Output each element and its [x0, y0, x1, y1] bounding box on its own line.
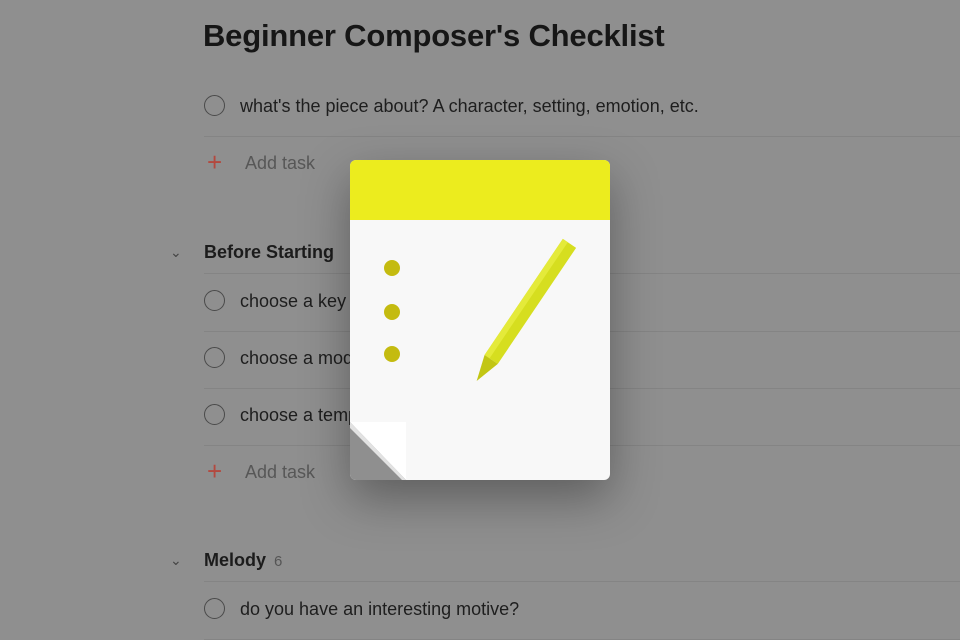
circle-checkbox-icon[interactable]	[204, 404, 225, 425]
circle-checkbox-icon[interactable]	[204, 95, 225, 116]
section-name: Melody 6	[204, 550, 282, 571]
task-row[interactable]: what's the piece about? A character, set…	[204, 80, 960, 137]
task-content[interactable]: choose a key	[240, 291, 346, 312]
task-row[interactable]: do you have an interesting motive?	[204, 583, 960, 640]
project-title: Beginner Composer's Checklist	[203, 18, 665, 53]
plus-icon: +	[207, 147, 223, 177]
plus-icon: +	[207, 456, 223, 486]
circle-checkbox-icon[interactable]	[204, 598, 225, 619]
chevron-down-icon[interactable]: ⌄	[170, 552, 182, 569]
section-divider	[204, 581, 960, 582]
section-name: Before Starting	[204, 242, 335, 262]
section-task-count: 6	[274, 553, 283, 570]
circle-checkbox-icon[interactable]	[204, 347, 225, 368]
pencil-highlight	[484, 238, 568, 359]
task-content[interactable]: do you have an interesting motive?	[240, 599, 519, 620]
chevron-down-icon[interactable]: ⌄	[170, 244, 182, 261]
task-content[interactable]: choose a mode	[240, 348, 363, 369]
section-name-text: Melody	[204, 550, 267, 570]
add-task-label: Add task	[245, 153, 316, 173]
section-header-melody[interactable]: ⌄ Melody 6	[170, 546, 960, 582]
circle-checkbox-icon[interactable]	[204, 290, 225, 311]
task-content[interactable]: choose a tempo	[240, 405, 368, 426]
loading-overlay	[350, 160, 650, 480]
task-content[interactable]: what's the piece about? A character, set…	[240, 96, 699, 117]
add-task-label: Add task	[245, 462, 316, 482]
pencil-icon	[476, 238, 577, 381]
